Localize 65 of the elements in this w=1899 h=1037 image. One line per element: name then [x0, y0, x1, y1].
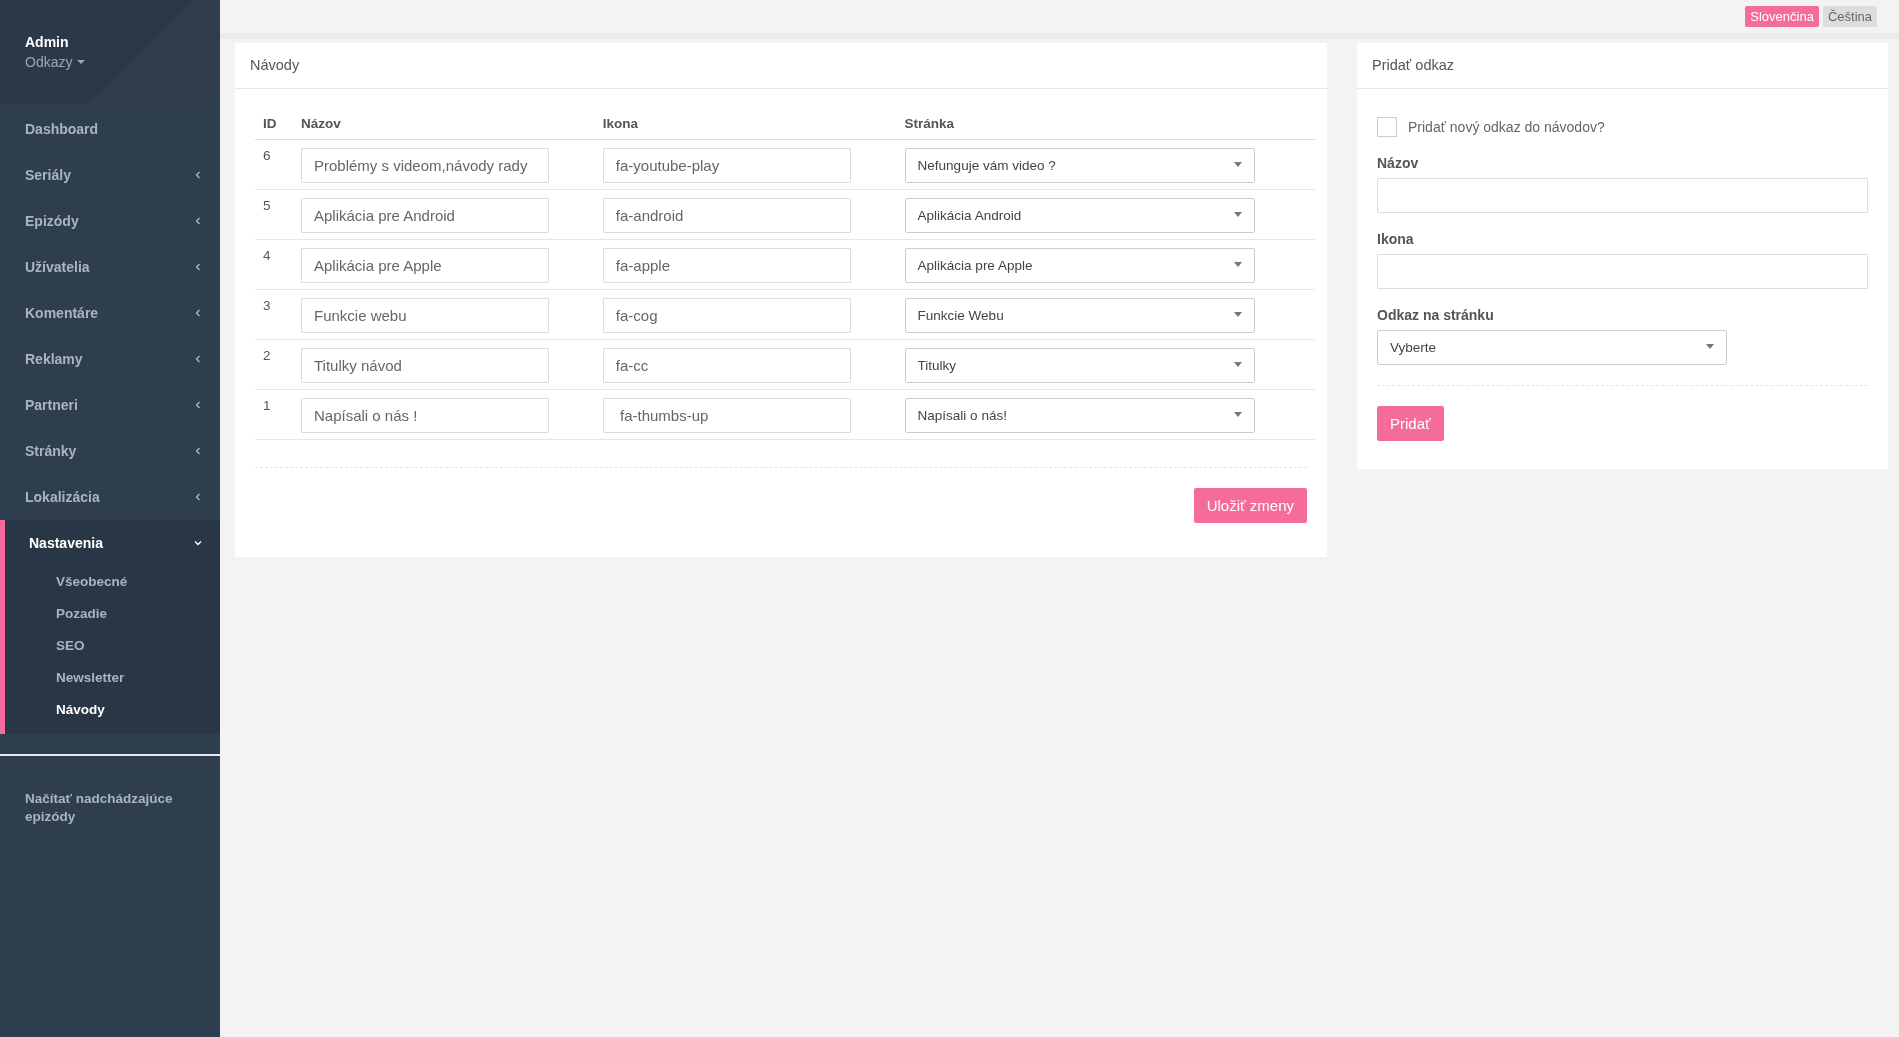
sidebar-item[interactable]: Partneri [0, 382, 220, 428]
sidebar-link[interactable]: Načítať nadchádzajúce epizódy [0, 756, 200, 826]
column-header: Ikona [602, 116, 639, 131]
page-select[interactable]: Aplikácia Android [904, 198, 1255, 233]
icon-input-field[interactable] [1377, 254, 1868, 289]
submenu-item[interactable]: Newsletter [0, 662, 220, 694]
caret-icon [77, 60, 86, 64]
sidebar-item[interactable]: Komentáre [0, 290, 220, 336]
panel-title: Pridať odkaz [1357, 43, 1888, 89]
dropdown-arrow-icon [1706, 344, 1714, 349]
name-input-field[interactable]: Aplikácia pre Apple [301, 248, 549, 283]
column-header: Názov [301, 116, 341, 131]
icon-input-field[interactable]: fa-cc [602, 348, 851, 383]
sidebar-item[interactable]: Lokalizácia [0, 474, 220, 520]
checkbox[interactable] [1377, 117, 1397, 137]
name-input-field[interactable]: Titulky návod [301, 348, 549, 383]
icon-input-field[interactable]: fa-apple [602, 248, 851, 283]
panel-title: Návody [235, 43, 1327, 89]
checkbox-label: Pridať nový odkaz do návodov? [1408, 119, 1605, 135]
submenu-item[interactable]: Pozadie [0, 598, 220, 630]
sidebar-item[interactable]: Reklamy [0, 336, 220, 382]
sidebar-item[interactable]: Stránky [0, 428, 220, 474]
field-label: Ikona [1377, 231, 1415, 247]
row-id: 5 [263, 198, 271, 213]
name-input-field[interactable]: Funkcie webu [301, 298, 549, 333]
field-label: Názov [1377, 155, 1420, 171]
sidebar-item[interactable]: Užívatelia [0, 244, 220, 290]
page-select[interactable]: Funkcie Webu [904, 298, 1255, 333]
sidebar-item[interactable]: Seriály [0, 152, 220, 198]
sidebar-item[interactable]: Nastavenia [0, 520, 220, 566]
dropdown-arrow-icon [1233, 212, 1242, 217]
name-input-field[interactable]: Problémy s videom,návody rady [301, 148, 549, 183]
name-input-field[interactable]: Aplikácia pre Android [301, 198, 549, 233]
field-label: Odkaz na stránku [1377, 307, 1495, 323]
language-button[interactable]: Čeština [1822, 6, 1877, 27]
row-id: 3 [263, 298, 271, 313]
page-select[interactable]: Vyberte [1377, 330, 1727, 365]
page-select[interactable]: Aplikácia pre Apple [904, 248, 1255, 283]
column-header: ID [263, 116, 277, 131]
dropdown-arrow-icon [1233, 412, 1242, 417]
name-input-field[interactable] [1377, 178, 1868, 213]
dropdown-arrow-icon [1233, 362, 1242, 367]
row-id: 2 [263, 348, 271, 363]
dropdown-arrow-icon [1233, 312, 1242, 317]
page-select[interactable]: Napísali o nás! [904, 398, 1255, 433]
column-header: Stránka [904, 116, 955, 131]
sidebar-item[interactable]: Dashboard [0, 106, 220, 152]
row-id: 1 [263, 398, 271, 413]
sidebar-item[interactable]: Epizódy [0, 198, 220, 244]
icon-input-field[interactable]: fa-youtube-play [602, 148, 851, 183]
user-name: Admin [25, 34, 70, 50]
submenu-item[interactable]: Všeobecné [0, 566, 220, 598]
name-input-field[interactable]: Napísali o nás ! [301, 398, 549, 433]
icon-input-field[interactable]: fa-cog [602, 298, 851, 333]
page-select[interactable]: Nefunguje vám video ? [904, 148, 1255, 183]
row-id: 6 [263, 148, 271, 163]
dropdown-arrow-icon [1233, 162, 1242, 167]
dropdown-arrow-icon [1233, 262, 1242, 267]
profile-menu-toggle[interactable]: Odkazy [25, 54, 86, 70]
submenu-item[interactable]: SEO [0, 630, 220, 662]
submenu-item[interactable]: Návody [0, 694, 220, 726]
icon-input-field[interactable]: fa-thumbs-up [602, 398, 851, 433]
row-id: 4 [263, 248, 271, 263]
page-select[interactable]: Titulky [904, 348, 1255, 383]
icon-input-field[interactable]: fa-android [602, 198, 851, 233]
